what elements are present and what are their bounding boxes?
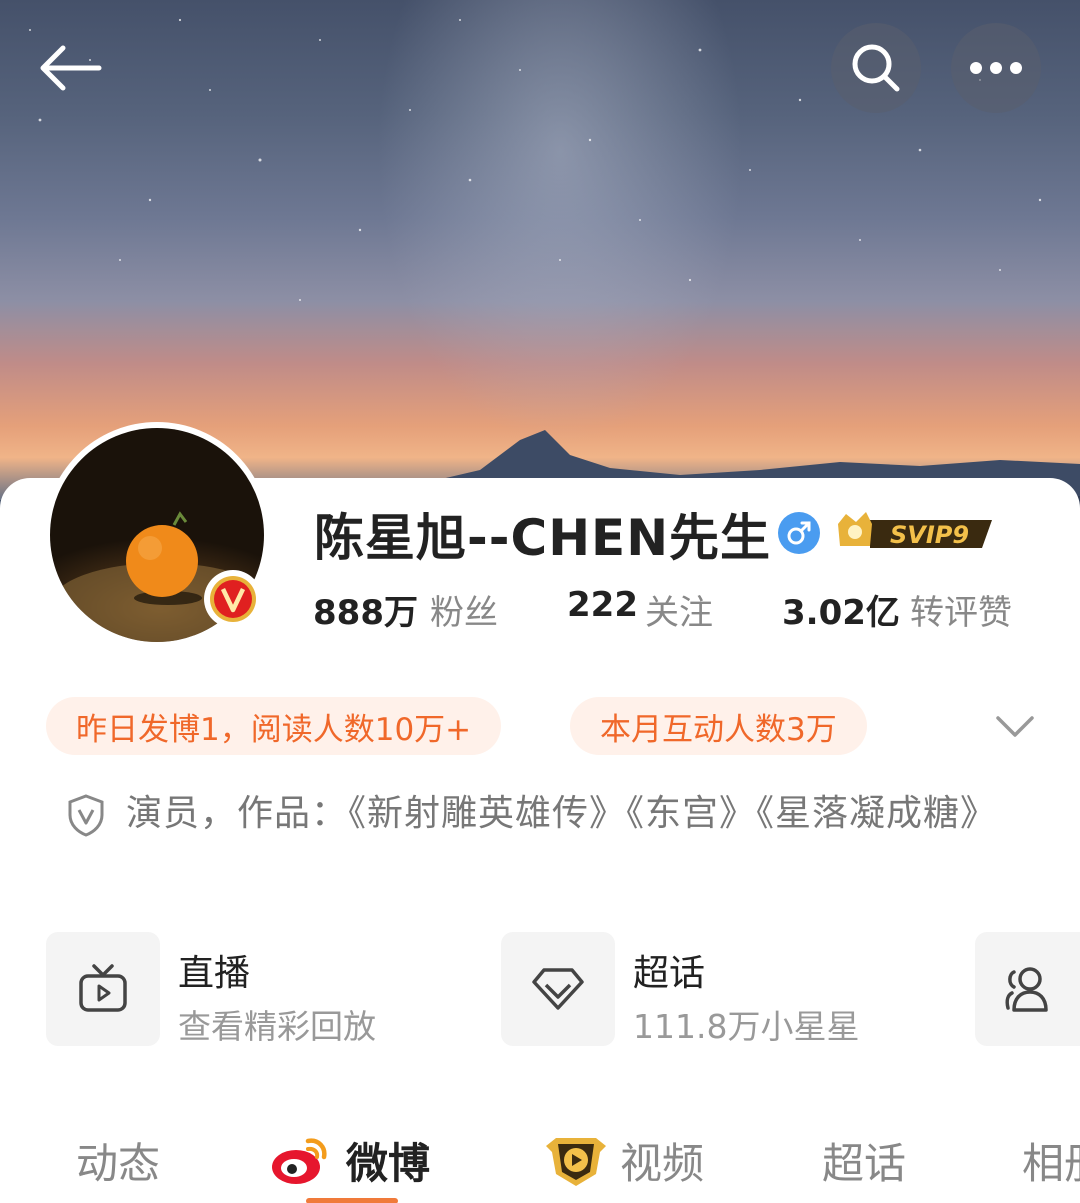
more-dots-icon <box>970 62 1022 74</box>
profile-bio: 演员，作品：《新射雕英雄传》《东宫》《星落凝成糖》 <box>126 793 998 834</box>
tab-video-label: 视频 <box>620 1139 705 1188</box>
chevron-down-icon[interactable] <box>994 706 1036 746</box>
tab-supertopic-label: 超话 <box>822 1139 907 1188</box>
supertopic-tile-subtitle[interactable]: 111.8万小星星 <box>633 1000 859 1048</box>
tab-supertopic[interactable]: 超话 <box>822 1130 906 1191</box>
tab-video[interactable]: 视频 <box>544 1130 704 1191</box>
interaction-pill[interactable]: 本月互动人数3万 <box>570 697 867 755</box>
gender-badge <box>778 512 820 554</box>
active-tab-indicator <box>306 1198 398 1203</box>
following-count[interactable]: 222 <box>567 585 638 625</box>
live-tile-subtitle[interactable]: 查看精彩回放 <box>178 1000 376 1048</box>
more-button[interactable] <box>951 23 1041 113</box>
users-icon <box>1005 967 1048 1012</box>
tab-weibo-label: 微博 <box>346 1139 431 1188</box>
following-label[interactable]: 关注 <box>645 585 713 634</box>
back-button[interactable] <box>30 36 110 100</box>
tv-icon <box>79 964 127 1012</box>
likes-count[interactable]: 3.02亿 <box>782 585 900 634</box>
followers-count[interactable]: 888万 <box>313 585 418 634</box>
followers-label[interactable]: 粉丝 <box>430 585 498 634</box>
tab-dynamics-label: 动态 <box>76 1139 161 1188</box>
svip-label: SVIP9 <box>890 521 969 549</box>
live-tile-title[interactable]: 直播 <box>178 944 250 996</box>
tab-dynamics[interactable]: 动态 <box>76 1130 160 1191</box>
fans-tile-button[interactable] <box>975 932 1080 1046</box>
stats-row: 888万 粉丝 222 关注 3.02亿 转评赞 <box>0 585 1080 635</box>
supertopic-tile-title[interactable]: 超话 <box>633 944 705 996</box>
male-icon <box>787 521 811 545</box>
back-arrow-icon <box>40 45 102 91</box>
activity-pill[interactable]: 昨日发博1，阅读人数10万+ <box>46 697 502 755</box>
search-button[interactable] <box>831 23 921 113</box>
supertopic-tile-button[interactable] <box>501 932 615 1046</box>
tab-album[interactable]: 相册 <box>1022 1130 1080 1191</box>
shield-icon <box>68 794 104 837</box>
likes-label[interactable]: 转评赞 <box>910 585 1012 634</box>
tab-album-label: 相册 <box>1022 1139 1080 1188</box>
diamond-icon <box>532 968 584 1010</box>
profile-name: 陈星旭--CHEN先生 <box>314 509 772 567</box>
profile-tabs: 动态 微博 视频 超话 相册 <box>0 1130 1080 1203</box>
tab-weibo[interactable]: 微博 <box>270 1130 430 1191</box>
live-tile-button[interactable] <box>46 932 160 1046</box>
search-icon <box>852 44 900 92</box>
svip-badge[interactable]: SVIP9 <box>832 508 994 558</box>
weibo-logo-icon <box>272 1137 327 1184</box>
video-badge-icon <box>546 1137 606 1186</box>
